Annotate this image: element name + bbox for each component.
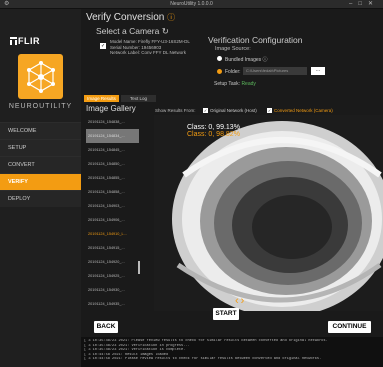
sidebar-item-deploy[interactable]: DEPLOY <box>0 190 81 207</box>
page-title: Verify Conversion ⓘ <box>86 12 175 23</box>
list-item[interactable]: 20191124_154845_... <box>86 143 139 157</box>
converted-network-label: Converted Network (Camera) <box>274 108 333 113</box>
gallery-title: Image Gallery <box>86 104 136 113</box>
title-bar: ⚙ NeuroUtility 1.0.0.0 –□✕ <box>0 0 383 9</box>
neuroutility-logo-icon <box>18 54 63 99</box>
original-network-checkbox[interactable]: ✓ <box>203 108 208 113</box>
list-item[interactable]: 20191124_154838_... <box>86 115 139 129</box>
gallery-scrollbar[interactable] <box>138 261 140 274</box>
log-console: [ 3 10:35:48/23 2021: Please review resu… <box>81 337 383 367</box>
tab-image-results[interactable]: Image Results <box>84 95 119 102</box>
main-panel: Verify Conversion ⓘ Select a Camera ↻ ✓ … <box>81 9 383 367</box>
minimize-button[interactable]: – <box>349 1 358 7</box>
camera-model: Model Name: Firefly FFY-U3-16S2M-DL <box>110 39 190 44</box>
tab-text-log[interactable]: Text Log <box>121 95 156 102</box>
result-image <box>154 115 383 311</box>
list-item[interactable]: 20191124_154915_... <box>86 241 139 255</box>
folder-label: Folder: <box>225 69 241 75</box>
select-camera-label: Select a Camera <box>96 26 160 36</box>
log-line: [ 3 10:44:58 2021: Please review results… <box>84 357 322 362</box>
setup-task-value: Ready <box>241 81 256 87</box>
setup-task-label: Setup Task: <box>214 81 241 87</box>
list-item[interactable]: 20191124_154855_... <box>86 171 139 185</box>
list-item[interactable]: 20191124_154935_... <box>86 297 139 311</box>
page-title-text: Verify Conversion <box>86 12 165 23</box>
brand-logo: FLIR <box>18 36 40 46</box>
close-button[interactable]: ✕ <box>368 1 379 7</box>
folder-path-input[interactable]: C:\Users\fedab\Pictures <box>243 67 307 75</box>
result-image-viewer: Class: 0, 99.13% Class: 0, 98.82% <box>154 115 383 311</box>
window-title: NeuroUtility 1.0.0.0 <box>170 1 213 7</box>
start-button[interactable]: START <box>213 308 239 320</box>
camera-network: Network Label: Conv FFY DL Network <box>110 50 187 55</box>
help-icon[interactable]: ⓘ <box>263 57 268 63</box>
sidebar-item-verify[interactable]: VERIFY <box>0 173 81 190</box>
list-item[interactable]: 20191124_154834_... <box>86 129 139 143</box>
flir-logo-icon <box>10 37 17 45</box>
bundled-images-label: Bundled Images ⓘ <box>225 57 268 63</box>
continue-button[interactable]: CONTINUE <box>328 321 371 333</box>
list-item[interactable]: 20191124_154850_... <box>86 157 139 171</box>
verification-config-heading: Verification Configuration <box>208 35 303 45</box>
maximize-button[interactable]: □ <box>358 1 368 7</box>
camera-checkbox[interactable]: ✓ <box>100 43 106 49</box>
list-item[interactable]: 20191124_154858_... <box>86 185 139 199</box>
logo-area: FLIR NEUROUTILITY <box>0 9 81 114</box>
refresh-icon[interactable]: ↻ <box>162 26 169 36</box>
browse-button[interactable]: ... <box>311 67 325 75</box>
list-item[interactable]: 20191124_154903_... <box>86 199 139 213</box>
show-results-label: Show Results From: <box>155 108 196 113</box>
app-name: NEUROUTILITY <box>8 103 73 110</box>
help-icon[interactable]: ⓘ <box>167 13 175 22</box>
sidebar-item-setup[interactable]: SETUP <box>0 139 81 156</box>
back-button[interactable]: BACK <box>94 321 118 333</box>
original-network-label: Original Network (Host) <box>210 108 257 113</box>
sidebar-item-welcome[interactable]: WELCOME <box>0 122 81 139</box>
list-item[interactable]: 20191124_154920_... <box>86 255 139 269</box>
sidebar-nav: WELCOME SETUP CONVERT VERIFY DEPLOY <box>0 122 81 207</box>
list-item[interactable]: 20191124_154906_... <box>86 213 139 227</box>
bundled-images-radio[interactable] <box>217 56 222 61</box>
select-camera-heading: Select a Camera ↻ <box>96 26 169 37</box>
list-item[interactable]: 20191124_154910_L... <box>86 227 139 241</box>
chevron-right-icon[interactable]: › <box>241 295 247 307</box>
image-nav-arrows: ‹› <box>235 295 246 307</box>
list-item[interactable]: 20191124_154925_... <box>86 269 139 283</box>
camera-info: Model Name: Firefly FFY-U3-16S2M-DL Seri… <box>110 39 190 56</box>
image-source-label: Image Source: <box>215 46 251 52</box>
image-gallery-list[interactable]: 20191124_154838_... 20191124_154834_... … <box>86 115 140 315</box>
original-class-result: Class: 0, 99.13% <box>187 124 240 131</box>
setup-task-status: Setup Task: Ready <box>214 81 256 87</box>
list-item[interactable]: 20191124_154930_... <box>86 283 139 297</box>
sidebar: FLIR NEUROUTILITY WELCOME SETUP CONVERT … <box>0 9 81 367</box>
sidebar-item-convert[interactable]: CONVERT <box>0 156 81 173</box>
converted-class-result: Class: 0, 98.82% <box>187 131 240 138</box>
folder-radio[interactable] <box>217 69 222 74</box>
converted-network-checkbox[interactable]: ✓ <box>267 108 272 113</box>
window-controls[interactable]: –□✕ <box>349 0 379 7</box>
